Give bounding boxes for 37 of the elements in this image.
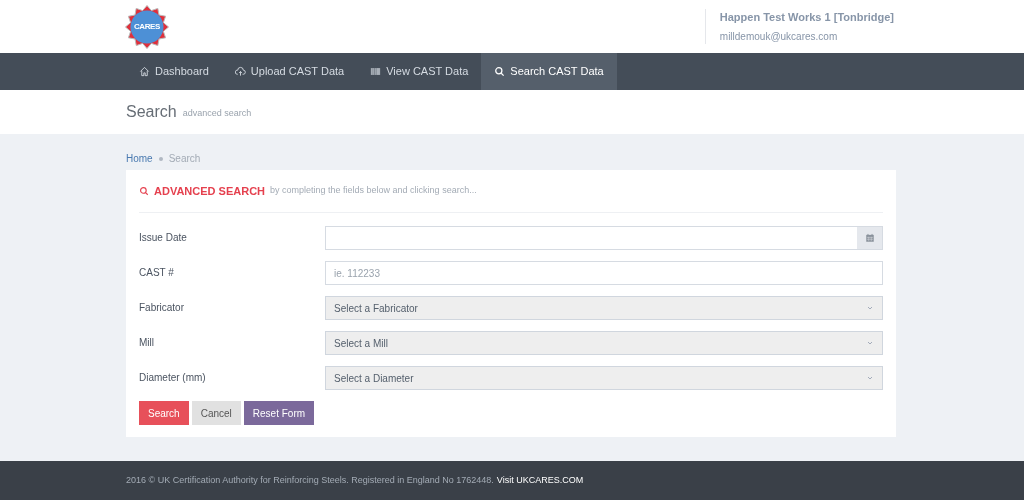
footer-text: 2016 © UK Certification Authority for Reinforcing Steels. Registered in England No 1762448. — [126, 473, 494, 487]
breadcrumb-item[interactable]: Home — [126, 151, 153, 166]
form-button[interactable]: Search — [139, 401, 189, 425]
page-subtitle: advanced search — [182, 106, 252, 120]
field-label: Fabricator — [139, 301, 185, 315]
field-label: Mill — [139, 336, 155, 350]
cloud-upload-icon — [234, 66, 246, 77]
search-icon — [139, 186, 149, 196]
footer-link[interactable]: Visit UKCARES.COM — [496, 473, 584, 488]
card-title: ADVANCED SEARCH — [154, 183, 266, 199]
form-button[interactable]: Reset Form — [243, 401, 315, 425]
user-email: milldemouk@ukcares.com — [719, 29, 839, 44]
page-title: Search — [126, 104, 177, 120]
nav-tab[interactable]: Upload CAST Data — [221, 53, 358, 90]
select-field[interactable]: Select a Mill — [325, 331, 883, 355]
select-field[interactable]: Select a Diameter — [325, 366, 883, 390]
home-icon — [139, 66, 150, 77]
caret-icon — [866, 374, 874, 382]
caret-icon — [866, 304, 874, 312]
calendar-icon — [864, 233, 875, 243]
date-field[interactable] — [325, 226, 883, 250]
form-button[interactable]: Cancel — [191, 401, 241, 425]
search-icon — [494, 66, 506, 77]
logo: CARES — [125, 4, 169, 49]
card-subtitle: by completing the fields below and clicking search... — [270, 184, 477, 198]
user-name: Happen Test Works 1 [Tonbridge] — [719, 10, 894, 26]
nav-tab[interactable]: Dashboard — [126, 53, 222, 90]
barcode-icon — [370, 66, 382, 77]
nav-tab[interactable]: View CAST Data — [357, 53, 482, 90]
text-field[interactable]: ie. 112233 — [325, 261, 883, 285]
field-label: Issue Date — [139, 231, 188, 245]
field-label: CAST # — [139, 266, 175, 280]
caret-icon — [866, 339, 874, 347]
field-label: Diameter (mm) — [139, 371, 207, 385]
select-field[interactable]: Select a Fabricator — [325, 296, 883, 320]
breadcrumb-item: Search — [168, 152, 201, 166]
nav-tab[interactable]: Search CAST Data — [481, 53, 617, 90]
